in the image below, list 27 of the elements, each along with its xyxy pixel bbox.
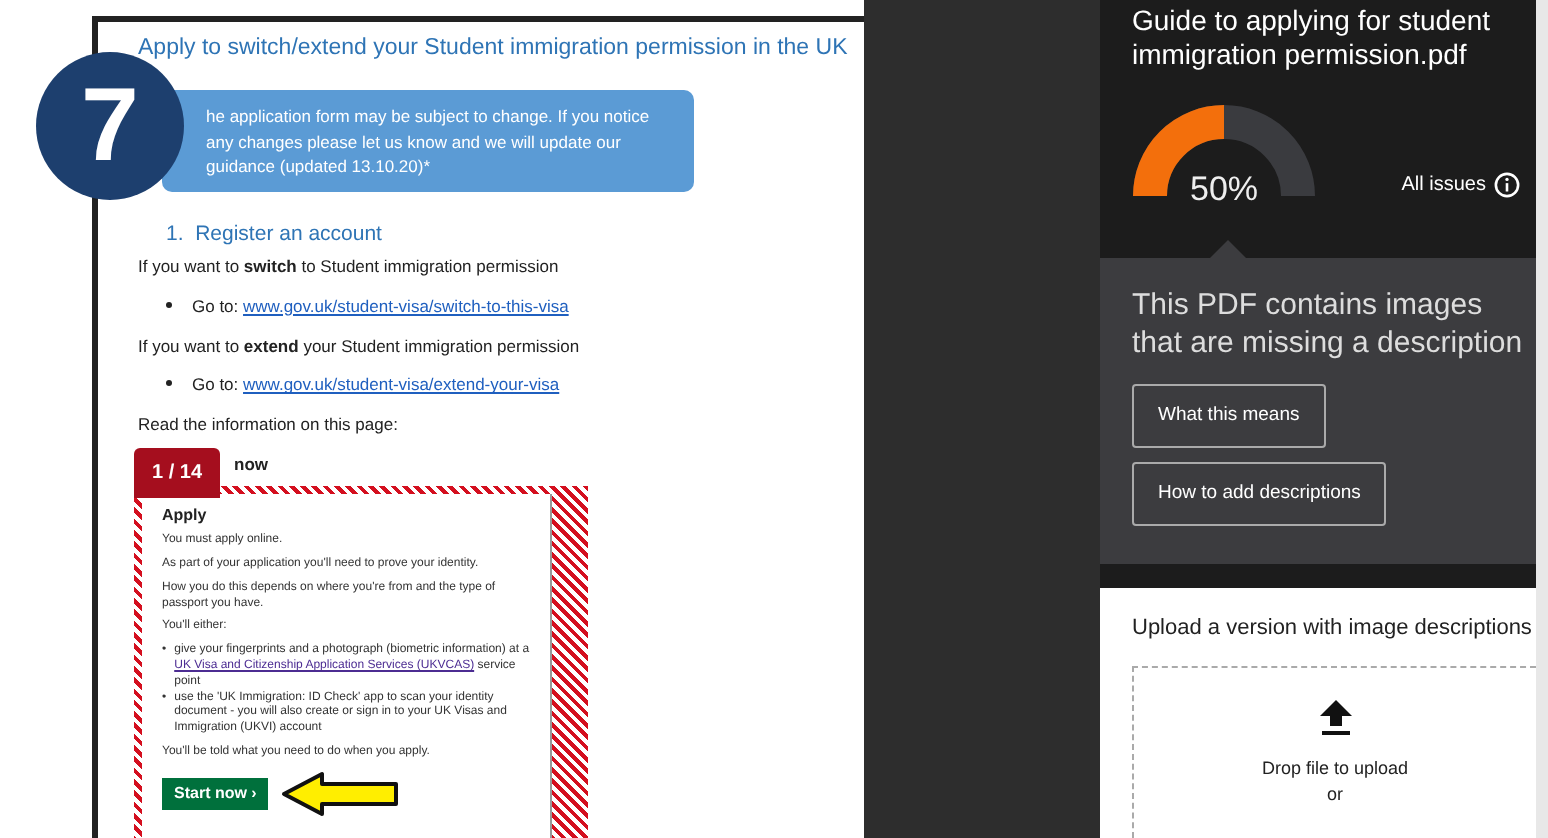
embedded-title: Apply <box>162 505 209 525</box>
info-icon[interactable] <box>1494 171 1520 198</box>
file-title: Guide to applying for student immigration permission.pdf <box>1130 4 1493 72</box>
issue-tag: 1 / 14 <box>134 447 221 498</box>
all-issues-label[interactable]: All issues <box>1401 169 1486 200</box>
bullet-dot <box>166 301 172 308</box>
upload-title: Upload a version with image descriptions <box>1132 614 1534 645</box>
issue-message: This PDF contains images that are missing a description <box>1132 285 1524 364</box>
score-reading: 50% <box>1187 168 1261 213</box>
outline-button[interactable]: How to add descriptions <box>1132 461 1387 527</box>
link[interactable]: www.gov.uk/student-visa/extend-your-visa <box>243 374 560 395</box>
drop-text: Drop file to upload <box>1261 755 1409 782</box>
paragraph-text: If you want to extend your Student immigration permission <box>138 333 582 359</box>
outline-button[interactable]: What this means <box>1132 383 1326 448</box>
bullet-dot <box>166 380 172 387</box>
start-button[interactable]: Start now › <box>162 777 269 810</box>
section-heading: 1. Register an account <box>166 220 384 251</box>
link[interactable]: www.gov.uk/student-visa/switch-to-this-visa <box>243 295 569 316</box>
notice-callout: he application form may be subject to change. If you notice any changes please let us know and we will update our guidance (updated 13.10.20)* <box>162 90 694 193</box>
paragraph-text: Go to: www.gov.uk/student-visa/extend-your-visa <box>192 372 560 399</box>
upload-icon <box>1319 699 1351 736</box>
paragraph-text: Go to: www.gov.uk/student-visa/switch-to-this-visa <box>192 293 569 320</box>
paragraph-text: Read the information on this page: <box>138 412 400 438</box>
partial-heading: now <box>234 451 270 478</box>
or-text: or <box>1326 782 1343 809</box>
arrow-icon <box>280 769 401 818</box>
paragraph-text: If you want to switch to Student immigration permission <box>138 254 561 280</box>
